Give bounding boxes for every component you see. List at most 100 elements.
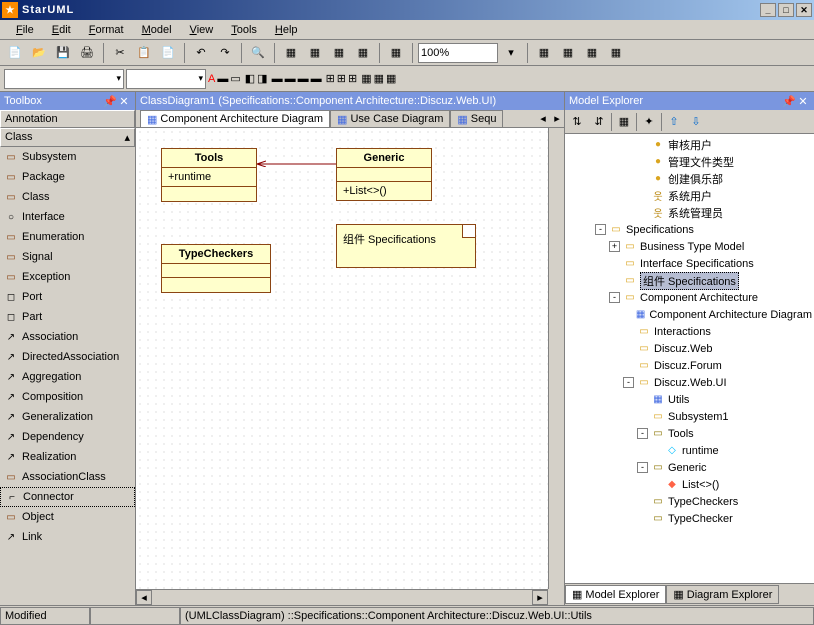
- tree-node[interactable]: ▭Discuz.Forum: [567, 357, 812, 374]
- maximize-button[interactable]: □: [778, 3, 794, 17]
- tree-node[interactable]: ◇runtime: [567, 442, 812, 459]
- tree-node[interactable]: ▭Subsystem1: [567, 408, 812, 425]
- tool-button-8[interactable]: ▦: [581, 42, 603, 64]
- tab-next-button[interactable]: ▸: [550, 112, 564, 125]
- toolbox-item-directedassociation[interactable]: ↗DirectedAssociation: [0, 347, 135, 367]
- sort-button-1[interactable]: ⇅: [567, 112, 587, 132]
- fill-color-button[interactable]: ▬: [217, 73, 228, 85]
- tool-button-4[interactable]: ▦: [352, 42, 374, 64]
- tree-expander[interactable]: -: [637, 428, 648, 439]
- toolbox-section-annotation[interactable]: Annotation: [0, 110, 135, 128]
- menu-file[interactable]: File: [8, 22, 42, 38]
- zoom-dropdown[interactable]: ▾: [500, 42, 522, 64]
- toolbox-item-package[interactable]: ▭Package: [0, 167, 135, 187]
- hscroll-left[interactable]: ◂: [136, 590, 152, 605]
- tree-expander[interactable]: -: [623, 377, 634, 388]
- align-6[interactable]: ⊞: [337, 72, 346, 85]
- cut-button[interactable]: ✂: [109, 42, 131, 64]
- menu-edit[interactable]: Edit: [44, 22, 79, 38]
- toolbox-item-subsystem[interactable]: ▭Subsystem: [0, 147, 135, 167]
- toolbox-item-generalization[interactable]: ↗Generalization: [0, 407, 135, 427]
- tab-diagram-explorer[interactable]: ▦Diagram Explorer: [666, 585, 779, 604]
- wand-button[interactable]: ✦: [639, 112, 659, 132]
- tab-prev-button[interactable]: ◂: [536, 112, 550, 125]
- tree-node[interactable]: -▭Discuz.Web.UI: [567, 374, 812, 391]
- tree-node[interactable]: ▭Discuz.Web: [567, 340, 812, 357]
- chevron-up-icon[interactable]: ▴: [124, 131, 130, 144]
- uml-class-typecheckers[interactable]: TypeCheckers: [161, 244, 271, 293]
- toolbox-item-enumeration[interactable]: ▭Enumeration: [0, 227, 135, 247]
- view-2[interactable]: ▦: [374, 72, 384, 85]
- find-button[interactable]: 🔍: [247, 42, 269, 64]
- print-button[interactable]: 🖨: [76, 42, 98, 64]
- view-1[interactable]: ▦: [361, 72, 371, 85]
- tool-button-5[interactable]: ▦: [385, 42, 407, 64]
- tool-button-3[interactable]: ▦: [328, 42, 350, 64]
- toolbox-item-link[interactable]: ↗Link: [0, 527, 135, 547]
- size-dropdown[interactable]: [126, 69, 206, 89]
- pin-icon[interactable]: 📌: [103, 95, 117, 108]
- copy-button[interactable]: 📋: [133, 42, 155, 64]
- tree-node[interactable]: ▭TypeChecker: [567, 510, 812, 527]
- uml-class-generic[interactable]: Generic+List<>(): [336, 148, 432, 201]
- toolbox-item-dependency[interactable]: ↗Dependency: [0, 427, 135, 447]
- toolbox-item-part[interactable]: ◻Part: [0, 307, 135, 327]
- tree-node[interactable]: ●审核用户: [567, 136, 812, 153]
- align-4[interactable]: ▬: [311, 73, 322, 85]
- align-3[interactable]: ▬: [298, 73, 309, 85]
- tree-node[interactable]: 웃系统用户: [567, 187, 812, 204]
- tool-button-7[interactable]: ▦: [557, 42, 579, 64]
- model-tree[interactable]: ●审核用户●管理文件类型●创建俱乐部웃系统用户웃系统管理员-▭Specifica…: [565, 134, 814, 583]
- toolbox-item-composition[interactable]: ↗Composition: [0, 387, 135, 407]
- toolbox-item-object[interactable]: ▭Object: [0, 507, 135, 527]
- menu-model[interactable]: Model: [134, 22, 180, 38]
- tool-button-1[interactable]: ▦: [280, 42, 302, 64]
- hscroll-right[interactable]: ▸: [532, 590, 548, 605]
- toolbox-item-aggregation[interactable]: ↗Aggregation: [0, 367, 135, 387]
- model-explorer-close[interactable]: ✕: [796, 95, 810, 108]
- uml-note[interactable]: 组件 Specifications: [336, 224, 476, 268]
- tree-node[interactable]: ▭Interactions: [567, 323, 812, 340]
- tool-bold[interactable]: ◧: [245, 72, 255, 85]
- toolbox-close[interactable]: ✕: [117, 95, 131, 108]
- align-5[interactable]: ⊞: [326, 72, 335, 85]
- toolbox-section-class[interactable]: Class▴: [0, 128, 135, 147]
- align-2[interactable]: ▬: [285, 73, 296, 85]
- toolbox-item-class[interactable]: ▭Class: [0, 187, 135, 207]
- save-button[interactable]: 💾: [52, 42, 74, 64]
- uml-class-tools[interactable]: Tools+runtime: [161, 148, 257, 202]
- tool-button-6[interactable]: ▦: [533, 42, 555, 64]
- pin-icon[interactable]: 📌: [782, 95, 796, 108]
- diagram-tab-0[interactable]: ▦Component Architecture Diagram: [140, 110, 330, 127]
- tree-node[interactable]: -▭Generic: [567, 459, 812, 476]
- up-button[interactable]: ⇧: [664, 112, 684, 132]
- tree-node[interactable]: ◆List<>(): [567, 476, 812, 493]
- tree-expander[interactable]: -: [595, 224, 606, 235]
- redo-button[interactable]: ↷: [214, 42, 236, 64]
- toolbox-item-realization[interactable]: ↗Realization: [0, 447, 135, 467]
- tool-button-9[interactable]: ▦: [605, 42, 627, 64]
- tree-node[interactable]: 웃系统管理员: [567, 204, 812, 221]
- menu-help[interactable]: Help: [267, 22, 306, 38]
- view-3[interactable]: ▦: [386, 72, 396, 85]
- toolbox-item-association[interactable]: ↗Association: [0, 327, 135, 347]
- tree-node[interactable]: ▭TypeCheckers: [567, 493, 812, 510]
- tab-model-explorer[interactable]: ▦Model Explorer: [565, 585, 666, 604]
- tree-node[interactable]: +▭Business Type Model: [567, 238, 812, 255]
- toolbox-item-connector[interactable]: ⌐Connector: [0, 487, 135, 507]
- zoom-input[interactable]: 100%: [418, 43, 498, 63]
- diagram-tab-2[interactable]: ▦Sequ: [450, 110, 503, 127]
- tree-node[interactable]: -▭Tools: [567, 425, 812, 442]
- menu-tools[interactable]: Tools: [223, 22, 265, 38]
- tree-expander[interactable]: -: [609, 292, 620, 303]
- tree-node[interactable]: ▭组件 Specifications: [567, 272, 812, 289]
- filter-button[interactable]: ▦: [614, 112, 634, 132]
- tree-expander[interactable]: -: [637, 462, 648, 473]
- tree-node[interactable]: ●创建俱乐部: [567, 170, 812, 187]
- toolbox-item-interface[interactable]: ○Interface: [0, 207, 135, 227]
- toolbox-item-exception[interactable]: ▭Exception: [0, 267, 135, 287]
- diagram-canvas[interactable]: Tools+runtime Generic+List<>() TypeChecker…: [136, 128, 564, 605]
- tree-node[interactable]: ●管理文件类型: [567, 153, 812, 170]
- toolbox-item-signal[interactable]: ▭Signal: [0, 247, 135, 267]
- tree-node[interactable]: -▭Specifications: [567, 221, 812, 238]
